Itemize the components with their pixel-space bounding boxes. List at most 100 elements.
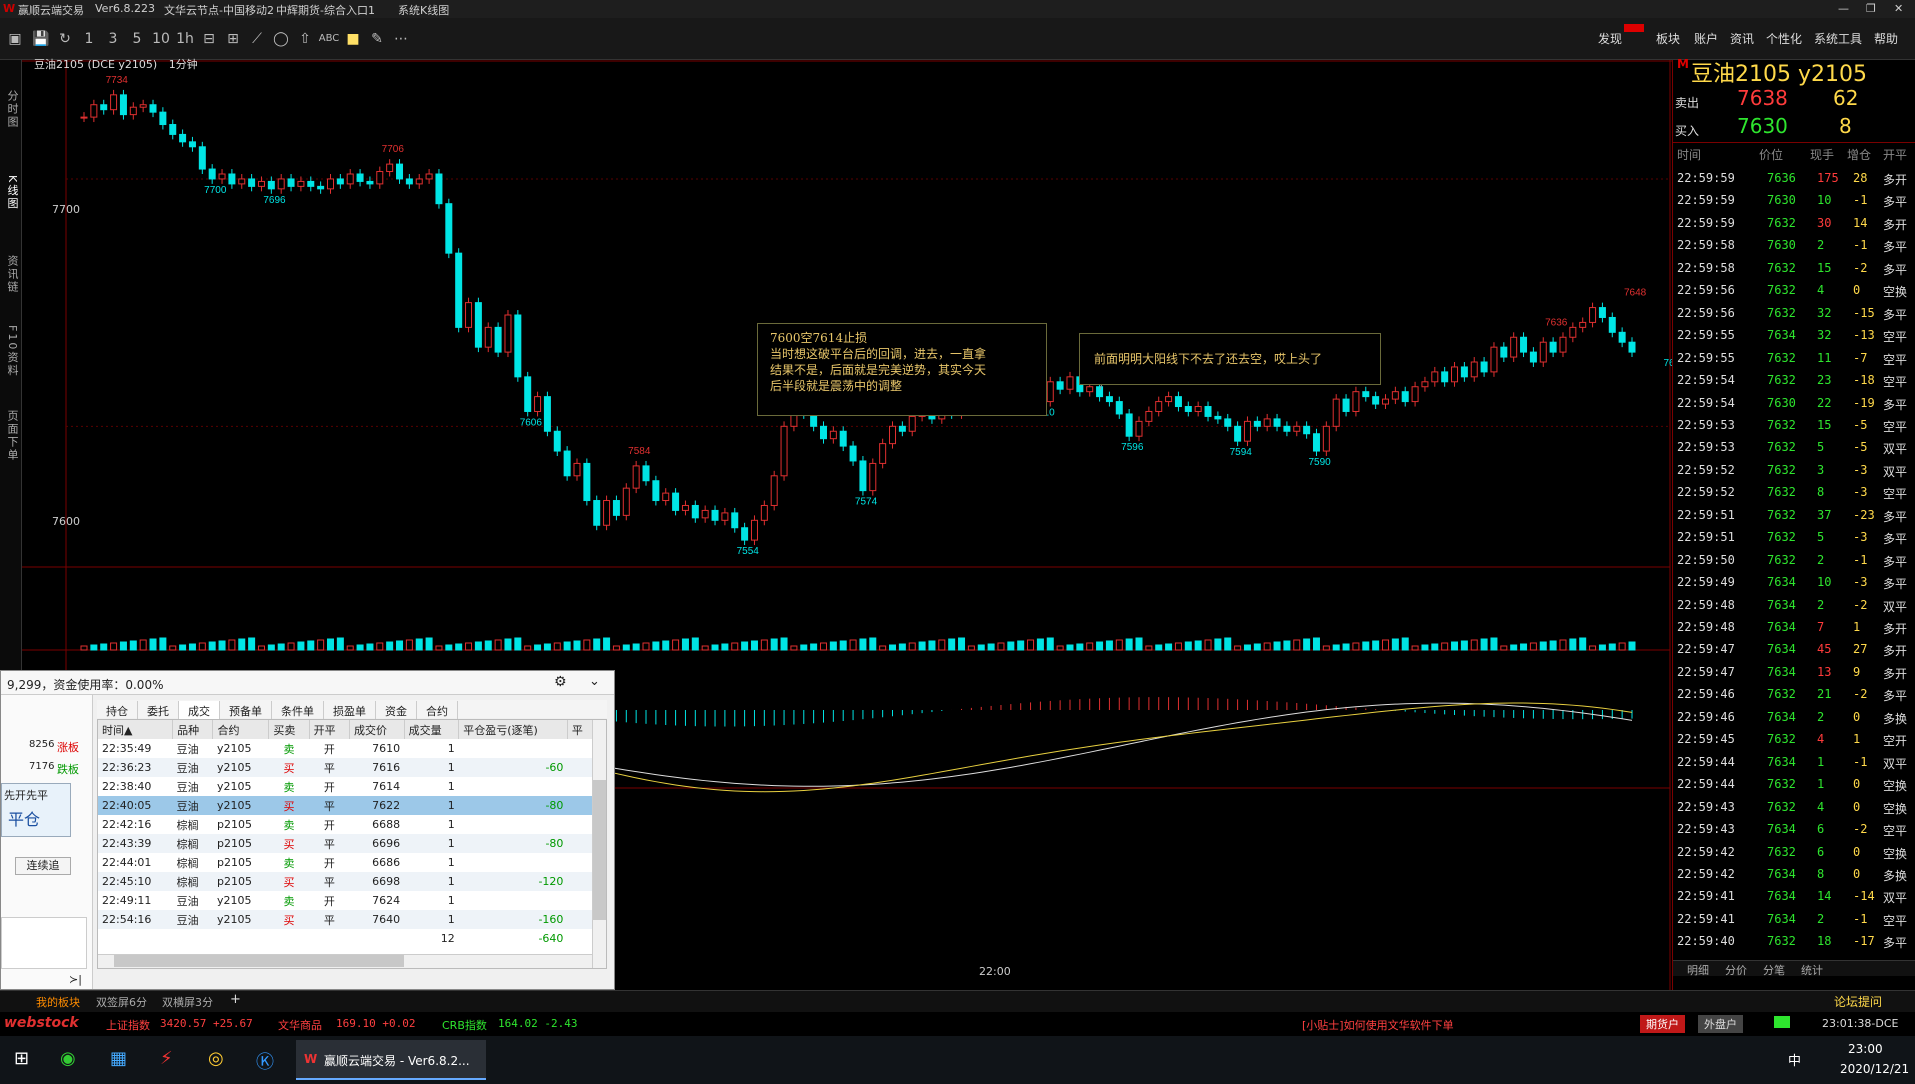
forum-button[interactable]: 论坛提问: [1834, 993, 1882, 1010]
tab-price-dist[interactable]: 分价: [1725, 962, 1747, 978]
minimize-button[interactable]: —: [1838, 2, 1849, 15]
th-close[interactable]: 平: [567, 720, 595, 739]
menu-personalize[interactable]: 个性化: [1766, 30, 1802, 47]
menu-help[interactable]: 帮助: [1874, 30, 1898, 47]
wechat-icon[interactable]: ◉: [60, 1048, 76, 1069]
foreign-account-button[interactable]: 外盘户: [1698, 1015, 1743, 1033]
fill-row[interactable]: 22:49:11 豆油 y2105 卖 开 7624 1: [98, 891, 594, 910]
price-extreme-label: 7590: [1308, 457, 1331, 468]
tab-detail[interactable]: 明细: [1687, 962, 1709, 978]
period-3-icon[interactable]: 3: [102, 29, 124, 49]
fill-row[interactable]: 22:42:16 棕榈 p2105 卖 开 6688 1: [98, 815, 594, 834]
note-tool-icon[interactable]: ■: [342, 29, 364, 49]
tab-prepared[interactable]: 预备单: [220, 701, 272, 721]
tab-my-sectors[interactable]: 我的板块: [36, 994, 80, 1010]
order-box[interactable]: [1, 917, 87, 969]
scroll-thumb[interactable]: [593, 780, 606, 920]
store-icon[interactable]: ▦: [110, 1048, 127, 1069]
th-pnl[interactable]: 平仓盈亏(逐笔): [458, 720, 568, 739]
th-open-close[interactable]: 开平: [309, 720, 350, 739]
line-tool-icon[interactable]: ⟋: [246, 29, 268, 49]
k-app-icon[interactable]: Ⓚ: [256, 1048, 274, 1074]
menu-discover[interactable]: 发现: [1598, 30, 1622, 47]
taskbar-app-button[interactable]: W 赢顺云端交易 - Ver6.8.2...: [296, 1040, 486, 1080]
tick-price: 7630: [1767, 193, 1796, 208]
start-icon[interactable]: ⊞: [14, 1048, 29, 1069]
chrome-icon[interactable]: ◎: [208, 1048, 224, 1069]
annotation-note-2[interactable]: 前面明明大阳线下不去了还去空，哎上头了: [1079, 333, 1381, 385]
fill-row[interactable]: 22:45:10 棕榈 p2105 买 平 6698 1 -120: [98, 872, 594, 891]
nav-end-icon[interactable]: ≻|: [69, 973, 82, 986]
period-5-icon[interactable]: 5: [126, 29, 148, 49]
collapse-chevron-icon[interactable]: ⌄: [589, 674, 600, 689]
taskbar-time[interactable]: 23:00: [1848, 1042, 1883, 1056]
menu-news[interactable]: 资讯: [1730, 30, 1754, 47]
futures-account-button[interactable]: 期货户: [1640, 1015, 1685, 1033]
th-time[interactable]: 时间▲: [98, 720, 174, 739]
vertical-scrollbar[interactable]: [592, 720, 606, 968]
horizontal-scrollbar[interactable]: [98, 954, 592, 968]
taskbar-date[interactable]: 2020/12/21: [1840, 1062, 1909, 1076]
tab-funds[interactable]: 资金: [376, 701, 417, 721]
tab-conditional[interactable]: 条件单: [272, 701, 324, 721]
ellipse-tool-icon[interactable]: ◯: [270, 29, 292, 49]
menu-account[interactable]: 账户: [1694, 30, 1718, 47]
arrow-tool-icon[interactable]: ⇧: [294, 29, 316, 49]
period-selector[interactable]: 1分钟: [169, 58, 198, 71]
trading-app-icon[interactable]: ⚡: [160, 1048, 173, 1069]
fill-row[interactable]: 22:43:39 棕榈 p2105 买 平 6696 1 -80: [98, 834, 594, 853]
th-fill-qty[interactable]: 成交量: [404, 720, 460, 739]
period-10-icon[interactable]: 10: [150, 29, 172, 49]
maximize-button[interactable]: ❐: [1866, 2, 1876, 15]
annotation-note-1[interactable]: 7600空7614止损 当时想这破平台后的回调，进去，一直拿 结果不是，后面就是…: [757, 323, 1047, 416]
fill-row[interactable]: 22:36:23 豆油 y2105 买 平 7616 1 -60: [98, 758, 594, 777]
fill-row[interactable]: 22:40:05 豆油 y2105 买 平 7622 1 -80: [98, 796, 594, 815]
add-tab-button[interactable]: +: [230, 992, 241, 1007]
eraser-tool-icon[interactable]: ✎: [366, 29, 388, 49]
tab-timeshare[interactable]: 分时图: [2, 90, 20, 129]
grid-icon[interactable]: ⊞: [222, 29, 244, 49]
fill-row[interactable]: 22:35:49 豆油 y2105 卖 开 7610 1: [98, 739, 594, 758]
tab-f10[interactable]: F10资料: [2, 325, 20, 377]
fill-row[interactable]: 22:44:01 棕榈 p2105 卖 开 6686 1: [98, 853, 594, 872]
more-icon[interactable]: ⋯: [390, 29, 412, 49]
close-position-button[interactable]: 先开先平 平仓: [1, 783, 71, 837]
tab-fills[interactable]: 成交: [179, 701, 220, 721]
text-tool-icon[interactable]: ABC: [318, 29, 340, 49]
tab-page-order[interactable]: 页面下单: [2, 410, 20, 462]
layout-icon[interactable]: ⊟: [198, 29, 220, 49]
chase-button[interactable]: 连续追: [15, 857, 71, 875]
menu-sector[interactable]: 板块: [1656, 30, 1680, 47]
settings-gear-icon[interactable]: ⚙: [554, 674, 567, 690]
tab-ticks[interactable]: 分笔: [1763, 962, 1785, 978]
th-side[interactable]: 买卖: [268, 720, 310, 739]
period-1h-icon[interactable]: 1h: [174, 29, 196, 49]
tab-news-chain[interactable]: 资讯链: [2, 255, 20, 294]
ime-indicator[interactable]: 中: [1788, 1050, 1801, 1069]
fill-row[interactable]: 12 -640: [98, 929, 594, 948]
tab-stats[interactable]: 统计: [1801, 962, 1823, 978]
tab-orders[interactable]: 委托: [138, 701, 179, 721]
menu-system-tools[interactable]: 系统工具: [1814, 30, 1862, 47]
tab-dual-6[interactable]: 双签屏6分: [96, 994, 147, 1010]
close-button[interactable]: ✕: [1894, 2, 1903, 15]
tab-kline[interactable]: K线图: [2, 175, 20, 210]
tip-link[interactable]: [小贴士]如何使用文华软件下单: [1302, 1017, 1454, 1033]
candle-body: [879, 443, 887, 464]
refresh-icon[interactable]: ↻: [54, 29, 76, 49]
fill-row[interactable]: 22:54:16 豆油 y2105 买 平 7640 1 -160: [98, 910, 594, 929]
save-icon[interactable]: 💾: [30, 29, 52, 49]
tab-position[interactable]: 持仓: [97, 701, 138, 721]
tab-stop[interactable]: 损盈单: [324, 701, 376, 721]
th-product[interactable]: 品种: [172, 720, 214, 739]
fill-row[interactable]: 22:38:40 豆油 y2105 卖 开 7614 1: [98, 777, 594, 796]
th-contract[interactable]: 合约: [212, 720, 270, 739]
th-fill-price[interactable]: 成交价: [349, 720, 405, 739]
period-1-icon[interactable]: 1: [78, 29, 100, 49]
volume-bar: [297, 641, 305, 651]
hscroll-thumb[interactable]: [114, 955, 404, 967]
window-icon[interactable]: ▣: [4, 29, 26, 49]
tab-contracts[interactable]: 合约: [417, 701, 458, 721]
buy-volume: 8: [1839, 114, 1852, 138]
tab-dual-3[interactable]: 双横屏3分: [162, 994, 213, 1010]
